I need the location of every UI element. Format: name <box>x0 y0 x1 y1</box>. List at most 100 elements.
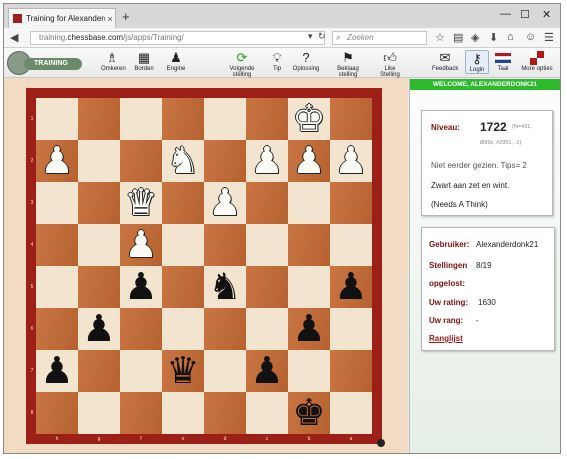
square-d4[interactable] <box>204 224 246 266</box>
square-g5[interactable] <box>78 266 120 308</box>
white-pawn-c2[interactable]: ♟ <box>246 140 288 182</box>
ranking-link[interactable]: Ranglijst <box>429 334 463 343</box>
square-e3[interactable] <box>162 182 204 224</box>
black-pawn-g6[interactable]: ♟ <box>78 308 120 350</box>
square-d6[interactable] <box>204 308 246 350</box>
square-e6[interactable] <box>162 308 204 350</box>
next-position-button[interactable]: ⟳ Volgende stelling <box>220 50 264 78</box>
square-h1[interactable] <box>36 98 78 140</box>
square-e5[interactable] <box>162 266 204 308</box>
square-f6[interactable] <box>120 308 162 350</box>
square-h6[interactable] <box>36 308 78 350</box>
black-pawn-c7[interactable]: ♟ <box>246 350 288 392</box>
solution-button[interactable]: ? Oplossing <box>292 50 320 72</box>
square-c3[interactable] <box>246 182 288 224</box>
reload-icon[interactable]: ↻ <box>318 31 326 42</box>
square-f8[interactable] <box>120 392 162 434</box>
square-e8[interactable] <box>162 392 204 434</box>
more-options-button[interactable]: More opties <box>521 50 553 72</box>
boards-button[interactable]: ▦ Borden <box>132 50 156 72</box>
square-h5[interactable] <box>36 266 78 308</box>
square-f2[interactable] <box>120 140 162 182</box>
search-input[interactable]: ⌕ Zoeken <box>332 31 427 45</box>
key-icon: ⚷ <box>472 51 482 66</box>
square-c4[interactable] <box>246 224 288 266</box>
square-c6[interactable] <box>246 308 288 350</box>
square-g8[interactable] <box>78 392 120 434</box>
square-d1[interactable] <box>204 98 246 140</box>
browser-tab[interactable]: Training for Alexanderdo... × <box>8 8 116 28</box>
clipboard-icon[interactable]: ▤ <box>453 31 463 44</box>
tab-close-icon[interactable]: × <box>105 14 115 24</box>
pocket-icon[interactable]: ◈ <box>471 31 479 44</box>
flip-board-button[interactable]: ♗ Omkeren <box>101 50 126 72</box>
black-pawn-f5[interactable]: ♟ <box>120 266 162 308</box>
new-tab-button[interactable]: + <box>122 9 130 24</box>
square-h8[interactable] <box>36 392 78 434</box>
square-g3[interactable] <box>78 182 120 224</box>
square-c5[interactable] <box>246 266 288 308</box>
square-a7[interactable] <box>330 350 372 392</box>
square-d2[interactable] <box>204 140 246 182</box>
square-a8[interactable] <box>330 392 372 434</box>
square-b3[interactable] <box>288 182 330 224</box>
square-d7[interactable] <box>204 350 246 392</box>
square-h3[interactable] <box>36 182 78 224</box>
engine-button[interactable]: ♟ Engine <box>165 50 187 72</box>
square-e1[interactable] <box>162 98 204 140</box>
tip-button[interactable]: 💡︎ Tip <box>270 50 284 72</box>
square-d8[interactable] <box>204 392 246 434</box>
square-a3[interactable] <box>330 182 372 224</box>
square-g1[interactable] <box>78 98 120 140</box>
square-f1[interactable] <box>120 98 162 140</box>
square-f7[interactable] <box>120 350 162 392</box>
menu-icon[interactable]: ☰ <box>544 31 554 44</box>
board-squares[interactable]: ♚ ♟ ♞ ♟ ♟ ♟ ♛ ♟ ♟ ♟ ♞ ♟ ♟ ♟ ♟ ♛ ♟ ♚ <box>36 98 372 434</box>
download-icon[interactable]: ⬇ <box>489 31 498 44</box>
language-button[interactable]: Taal <box>493 50 513 72</box>
black-queen[interactable]: ♛ <box>162 350 204 392</box>
white-king[interactable]: ♚ <box>288 98 330 140</box>
square-g7[interactable] <box>78 350 120 392</box>
black-pawn-b6[interactable]: ♟ <box>288 308 330 350</box>
minimize-button[interactable]: — <box>500 8 511 20</box>
white-pawn-b2[interactable]: ♟ <box>288 140 330 182</box>
white-pawn-h2[interactable]: ♟ <box>36 140 78 182</box>
square-h4[interactable] <box>36 224 78 266</box>
black-pawn-h7[interactable]: ♟ <box>36 350 78 392</box>
star-icon[interactable]: ☆ <box>435 31 445 44</box>
white-pawn-f4[interactable]: ♟ <box>120 224 162 266</box>
feedback-button[interactable]: ✉ Feedback <box>432 50 458 72</box>
lightbulb-icon: 💡︎ <box>272 50 282 65</box>
square-c1[interactable] <box>246 98 288 140</box>
white-queen[interactable]: ♛ <box>120 182 162 224</box>
square-g4[interactable] <box>78 224 120 266</box>
maximize-button[interactable]: ☐ <box>520 8 530 21</box>
report-position-button[interactable]: ⚑ Beklaag stelling <box>328 50 368 78</box>
address-bar[interactable]: training.chessbase.com/js/apps/Training/ <box>30 31 325 45</box>
square-a6[interactable] <box>330 308 372 350</box>
square-b7[interactable] <box>288 350 330 392</box>
chess-board[interactable]: ♚ ♟ ♞ ♟ ♟ ♟ ♛ ♟ ♟ ♟ ♞ ♟ ♟ ♟ ♟ ♛ ♟ ♚ 12345678hgfedcba <box>26 88 385 447</box>
white-pawn-a2[interactable]: ♟ <box>330 140 372 182</box>
login-button[interactable]: ⚷ Login <box>465 50 489 74</box>
back-icon[interactable]: ◀ <box>10 31 18 44</box>
black-king[interactable]: ♚ <box>288 392 330 434</box>
dropdown-icon[interactable]: ▾ <box>308 31 313 42</box>
welcome-banner: WELCOME, ALEXANDERDONK21 <box>410 79 560 90</box>
emoji-icon[interactable]: ☺ <box>525 31 536 43</box>
square-c8[interactable] <box>246 392 288 434</box>
white-pawn-d3[interactable]: ♟ <box>204 182 246 224</box>
home-icon[interactable]: ⌂ <box>507 31 514 43</box>
square-e4[interactable] <box>162 224 204 266</box>
black-knight[interactable]: ♞ <box>204 266 246 308</box>
square-b4[interactable] <box>288 224 330 266</box>
like-position-button[interactable]: 👍︎ Like Stelling <box>374 50 406 78</box>
square-a1[interactable] <box>330 98 372 140</box>
square-g2[interactable] <box>78 140 120 182</box>
square-b5[interactable] <box>288 266 330 308</box>
white-knight[interactable]: ♞ <box>162 140 204 182</box>
square-a4[interactable] <box>330 224 372 266</box>
black-pawn-a5[interactable]: ♟ <box>330 266 372 308</box>
close-window-button[interactable]: ✕ <box>542 8 551 21</box>
